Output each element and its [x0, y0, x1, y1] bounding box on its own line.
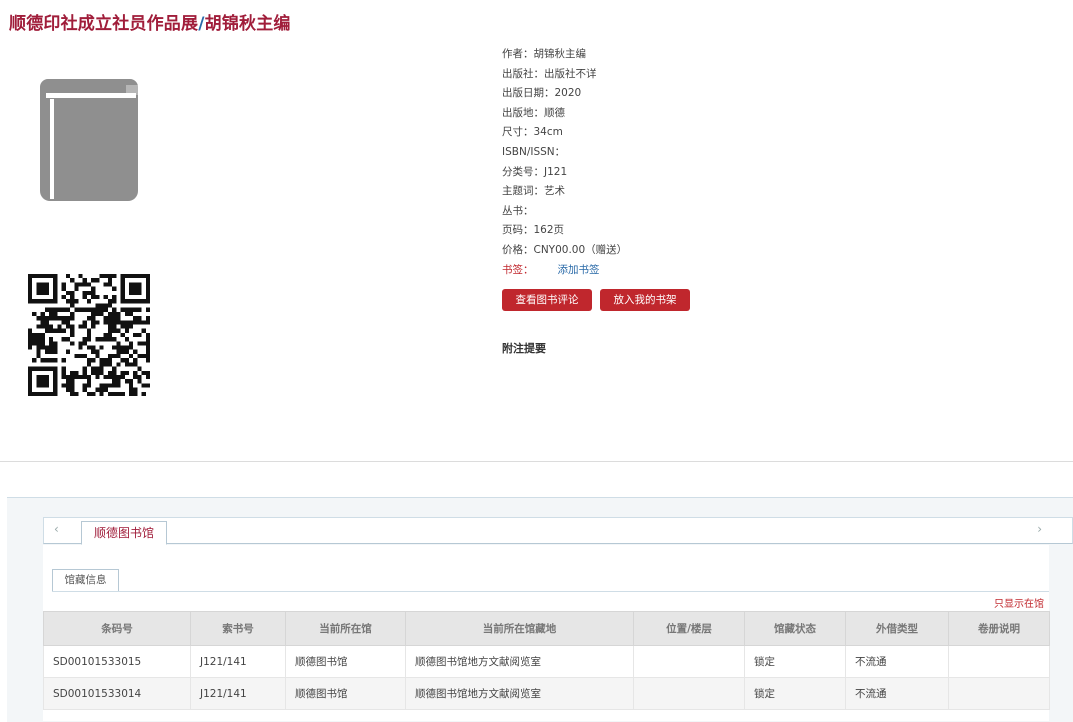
cell-loan-type: 不流通	[845, 677, 949, 710]
table-row: SD00101533014 J121/141 顺德图书馆 顺德图书馆地方文献阅览…	[43, 677, 1050, 710]
annotation-heading: 附注提要	[502, 342, 546, 355]
cell-current-location: 顺德图书馆地方文献阅览室	[405, 645, 634, 678]
only-in-library-link[interactable]: 只显示在馆	[994, 595, 1044, 610]
cell-floor	[633, 677, 745, 710]
bookmark-label: 书签：	[502, 263, 534, 276]
meta-pub-place: 出版地：顺德	[502, 106, 565, 119]
col-barcode: 条码号	[43, 611, 191, 646]
tab-next-arrow-icon[interactable]: ›	[1037, 522, 1042, 536]
section-divider	[0, 461, 1073, 462]
holdings-table: 条码号 索书号 当前所在馆 当前所在馆藏地 位置/楼层 馆藏状态 外借类型 卷册…	[43, 611, 1050, 710]
tab-holdings-info[interactable]: 馆藏信息	[52, 569, 119, 591]
library-tab-bar: ‹ 顺德图书馆 ›	[43, 517, 1073, 545]
col-loan-type: 外借类型	[845, 611, 949, 646]
subtab-underline	[52, 591, 1049, 592]
tab-prev-arrow-icon[interactable]: ‹	[54, 522, 59, 536]
cell-call-number: J121/141	[190, 645, 286, 678]
meta-size: 尺寸：34cm	[502, 126, 563, 139]
meta-publisher: 出版社：出版社不详	[502, 67, 597, 80]
meta-isbn: ISBN/ISSN：	[502, 145, 566, 158]
cell-barcode: SD00101533015	[43, 645, 191, 678]
meta-class-no: 分类号：J121	[502, 165, 568, 178]
cell-current-library: 顺德图书馆	[285, 645, 406, 678]
view-reviews-button[interactable]: 查看图书评论	[502, 289, 592, 311]
cell-call-number: J121/141	[190, 677, 286, 710]
col-status: 馆藏状态	[744, 611, 846, 646]
col-current-library: 当前所在馆	[285, 611, 406, 646]
book-title-author: 胡锦秋主编	[204, 14, 291, 34]
cell-volume-note	[948, 645, 1050, 678]
col-volume-note: 卷册说明	[948, 611, 1050, 646]
cell-current-library: 顺德图书馆	[285, 677, 406, 710]
cell-status: 锁定	[744, 645, 846, 678]
col-call-number: 索书号	[190, 611, 286, 646]
holdings-header-row: 条码号 索书号 当前所在馆 当前所在馆藏地 位置/楼层 馆藏状态 外借类型 卷册…	[43, 611, 1050, 646]
col-floor: 位置/楼层	[633, 611, 745, 646]
cell-volume-note	[948, 677, 1050, 710]
cell-loan-type: 不流通	[845, 645, 949, 678]
meta-pages: 页码：162页	[502, 224, 565, 237]
add-to-shelf-button[interactable]: 放入我的书架	[600, 289, 690, 311]
col-current-location: 当前所在馆藏地	[405, 611, 634, 646]
cell-current-location: 顺德图书馆地方文献阅览室	[405, 677, 634, 710]
meta-series: 丛书：	[502, 204, 534, 217]
meta-author: 作者：胡锦秋主编	[502, 48, 586, 60]
meta-price: 价格：CNY00.00（赠送）	[502, 243, 628, 256]
add-bookmark-link[interactable]: 添加书签	[558, 264, 600, 276]
meta-pub-date: 出版日期：2020	[502, 87, 582, 100]
table-row: SD00101533015 J121/141 顺德图书馆 顺德图书馆地方文献阅览…	[43, 645, 1050, 678]
cell-barcode: SD00101533014	[43, 677, 191, 710]
qr-code-icon	[28, 274, 150, 396]
tab-shunde-library[interactable]: 顺德图书馆	[81, 521, 167, 545]
meta-subject: 主题词：艺术	[502, 185, 565, 198]
cell-floor	[633, 645, 745, 678]
book-title: 顺德印社成立社员作品展/胡锦秋主编	[9, 9, 291, 34]
meta-bookmark-row: 书签： 添加书签	[502, 261, 627, 281]
cell-status: 锁定	[744, 677, 846, 710]
book-metadata: 作者：胡锦秋主编 出版社：出版社不详 出版日期：2020 出版地：顺德 尺寸：3…	[502, 45, 627, 280]
book-icon	[40, 79, 138, 201]
book-title-main: 顺德印社成立社员作品展	[9, 14, 199, 34]
